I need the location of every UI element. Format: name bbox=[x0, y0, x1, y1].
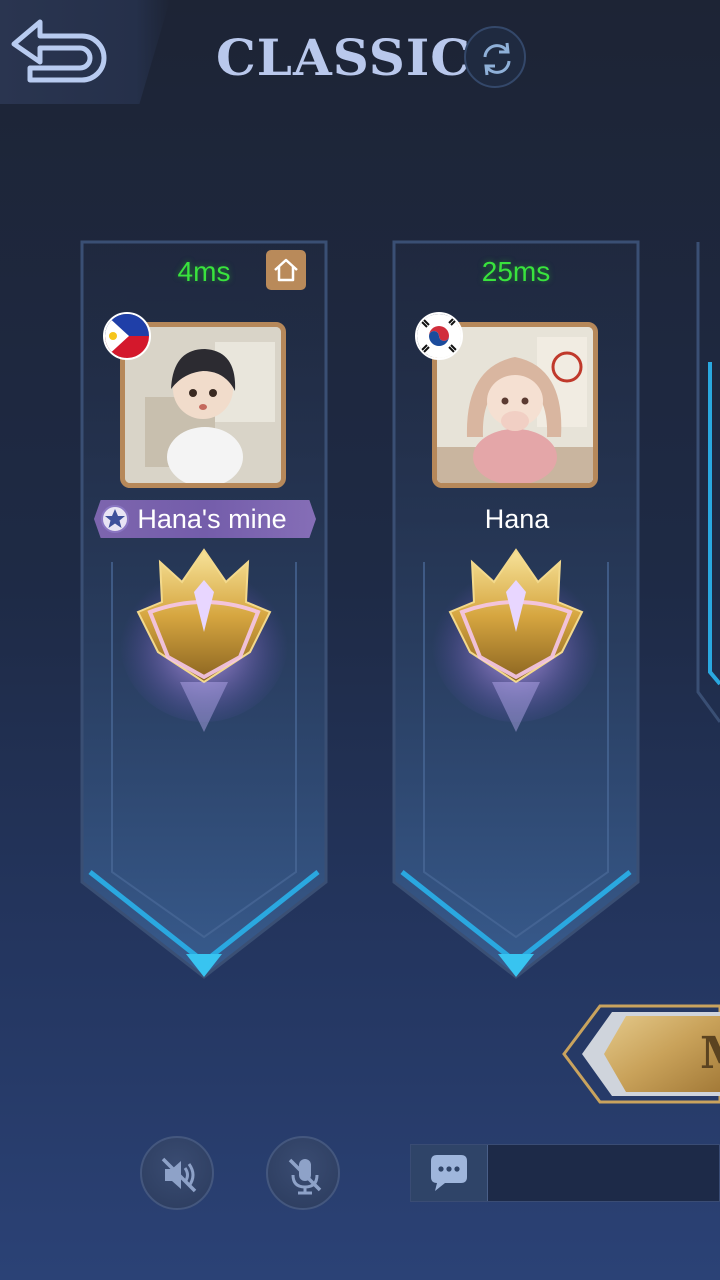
back-button[interactable] bbox=[0, 0, 170, 104]
player-card-3-partial bbox=[696, 242, 720, 723]
page-title: CLASSIC bbox=[216, 28, 472, 87]
speaker-toggle-button[interactable] bbox=[140, 1136, 214, 1210]
country-flag-philippines bbox=[103, 312, 151, 360]
avatar-image bbox=[437, 327, 593, 483]
mic-muted-icon bbox=[288, 1158, 322, 1195]
speaker-muted-icon bbox=[161, 1157, 197, 1193]
top-bar: CLASSIC bbox=[0, 0, 720, 110]
ping-value: 25ms bbox=[481, 256, 551, 287]
rank-emblem-icon bbox=[432, 548, 600, 732]
player-card-1[interactable]: 4ms Hana's mine bbox=[76, 232, 332, 992]
ready-button-label: M bbox=[700, 1028, 720, 1079]
refresh-button[interactable] bbox=[464, 26, 526, 88]
chat-button[interactable] bbox=[411, 1145, 488, 1201]
host-badge bbox=[266, 250, 306, 290]
avatar-image bbox=[125, 327, 281, 483]
home-icon bbox=[274, 258, 298, 282]
player-name: Hana bbox=[484, 504, 550, 534]
player-name: Hana's mine bbox=[137, 504, 287, 534]
chat-bubble-icon bbox=[431, 1155, 467, 1191]
back-arrow-icon bbox=[11, 19, 107, 83]
country-flag-south-korea bbox=[415, 312, 463, 360]
rank-emblem-icon bbox=[120, 548, 288, 732]
mic-toggle-button[interactable] bbox=[266, 1136, 340, 1210]
player-card-2[interactable]: 25ms Hana bbox=[388, 232, 644, 992]
ready-button[interactable]: M bbox=[560, 998, 720, 1110]
star-badge-icon bbox=[101, 505, 129, 533]
refresh-icon bbox=[483, 42, 511, 76]
chat-input[interactable] bbox=[410, 1144, 720, 1202]
ready-button-frame bbox=[562, 1004, 720, 1104]
